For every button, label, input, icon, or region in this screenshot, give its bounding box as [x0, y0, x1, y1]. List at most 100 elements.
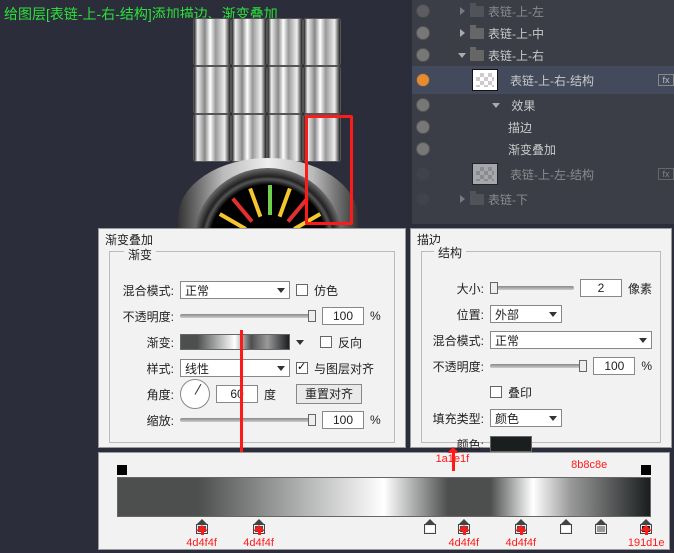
reset-align-button[interactable]: 重置对齐	[296, 384, 362, 404]
stop-color-label: 1a1e1f	[436, 453, 470, 465]
visibility-icon[interactable]	[416, 98, 430, 112]
stop-color-label: 4d4f4f	[449, 537, 480, 549]
chevron-right-icon[interactable]	[458, 29, 466, 37]
layer-row[interactable]: 表链-上-中	[412, 22, 674, 44]
align-label: 与图层对齐	[314, 360, 374, 377]
folder-icon	[470, 194, 484, 205]
align-checkbox[interactable]	[296, 362, 308, 374]
color-stop[interactable]	[424, 519, 436, 535]
blend-select[interactable]: 正常	[180, 281, 290, 299]
size-label: 大小:	[430, 280, 484, 297]
gradient-preview[interactable]	[180, 334, 290, 350]
visibility-icon[interactable]	[416, 26, 430, 40]
red-arrow-icon	[201, 527, 204, 535]
scale-label: 缩放:	[120, 412, 174, 429]
gradient-ramp[interactable]	[117, 477, 651, 517]
blend-select[interactable]: 正常	[490, 331, 652, 349]
layer-label: 渐变叠加	[508, 141, 556, 158]
chevron-right-icon[interactable]	[458, 7, 466, 15]
layer-row[interactable]: 表链-下	[412, 188, 674, 210]
angle-input[interactable]: 60	[216, 385, 258, 403]
style-label: 样式:	[120, 360, 174, 377]
filltype-label: 填充类型:	[430, 410, 484, 427]
chevron-down-icon[interactable]	[458, 51, 466, 59]
angle-label: 角度:	[120, 386, 174, 403]
visibility-icon[interactable]	[416, 120, 430, 134]
chevron-down-icon[interactable]	[296, 340, 304, 345]
visibility-icon[interactable]	[416, 48, 430, 62]
stroke-panel: 描边 结构 大小:2像素 位置:外部 混合模式:正常 不透明度:100% 叠印 …	[410, 228, 672, 448]
visibility-icon[interactable]	[416, 73, 430, 87]
red-arrow-icon	[258, 527, 261, 535]
visibility-icon[interactable]	[416, 192, 430, 206]
chevron-down-icon	[549, 312, 557, 317]
stop-color-label: 4d4f4f	[506, 537, 537, 549]
reverse-checkbox[interactable]	[320, 336, 332, 348]
layer-label: 表链-上-左	[488, 3, 544, 20]
chevron-down-icon	[277, 366, 285, 371]
filltype-select[interactable]: 颜色	[490, 409, 562, 427]
overprint-checkbox[interactable]	[490, 386, 502, 398]
dither-checkbox[interactable]	[296, 284, 308, 296]
opacity-stop[interactable]	[117, 465, 127, 475]
layer-label: 效果	[511, 97, 535, 114]
red-arrow-icon	[463, 527, 466, 535]
chevron-down-icon	[277, 288, 285, 293]
opacity-label: 不透明度:	[120, 308, 174, 325]
visibility-icon[interactable]	[416, 167, 430, 181]
highlight-box	[305, 115, 353, 225]
dither-label: 仿色	[314, 282, 338, 299]
layer-row[interactable]: 表链-上-左-结构fx	[412, 160, 674, 188]
fx-header[interactable]: 效果	[412, 94, 674, 116]
angle-dial[interactable]	[180, 379, 210, 409]
fx-badge[interactable]: fx	[658, 168, 674, 180]
color-stop[interactable]	[560, 519, 572, 535]
fieldset-legend: 结构	[434, 244, 466, 261]
gradient-overlay-panel: 渐变叠加 渐变 混合模式:正常仿色 不透明度:100% 渐变:反向 样式:线性与…	[98, 228, 406, 448]
opacity-input[interactable]: 100	[322, 307, 364, 325]
layer-row[interactable]: 表链-上-右	[412, 44, 674, 66]
red-arrow-icon	[520, 527, 523, 535]
layer-label: 表链-上-右	[488, 47, 544, 64]
layer-label: 表链-上-中	[488, 25, 544, 42]
color-stop[interactable]	[595, 519, 607, 535]
fieldset-legend: 渐变	[124, 246, 156, 263]
scale-input[interactable]: 100	[322, 411, 364, 429]
scale-slider[interactable]	[180, 418, 316, 422]
stop-color-label: 8b8c8e	[571, 459, 607, 471]
opacity-label: 不透明度:	[430, 358, 484, 375]
chevron-down-icon	[549, 416, 557, 421]
opacity-stop[interactable]	[641, 465, 651, 475]
fx-item[interactable]: 渐变叠加	[412, 138, 674, 160]
gradient-label: 渐变:	[120, 334, 174, 351]
reverse-label: 反向	[338, 334, 362, 351]
fx-badge[interactable]: fx	[658, 74, 674, 86]
blend-label: 混合模式:	[120, 282, 174, 299]
layer-thumbnail	[472, 163, 498, 185]
layer-row-selected[interactable]: 表链-上-右-结构 fx	[412, 66, 674, 94]
opacity-slider[interactable]	[180, 314, 316, 318]
chevron-right-icon[interactable]	[458, 195, 466, 203]
layer-label: 表链-下	[488, 191, 528, 208]
size-slider[interactable]	[490, 286, 574, 290]
blend-label: 混合模式:	[430, 332, 484, 349]
fx-item[interactable]: 描边	[412, 116, 674, 138]
color-swatch[interactable]	[490, 436, 532, 452]
position-label: 位置:	[430, 306, 484, 323]
chevron-down-icon[interactable]	[492, 101, 500, 109]
gradient-editor: 1a1e1f 8b8c8e 4d4f4f4d4f4f4d4f4f4d4f4f19…	[98, 452, 670, 550]
red-arrow-icon	[645, 527, 648, 535]
position-select[interactable]: 外部	[490, 305, 562, 323]
opacity-slider[interactable]	[490, 364, 587, 368]
folder-icon	[470, 6, 484, 17]
stop-color-label: 191d1e	[628, 537, 665, 549]
layer-label: 表链-上-右-结构	[510, 72, 594, 89]
chevron-down-icon	[639, 338, 647, 343]
opacity-input[interactable]: 100	[593, 357, 635, 375]
style-select[interactable]: 线性	[180, 359, 290, 377]
layer-row[interactable]: 表链-上-左	[412, 0, 674, 22]
red-arrow-icon	[240, 330, 243, 460]
visibility-icon[interactable]	[416, 4, 430, 18]
visibility-icon[interactable]	[416, 142, 430, 156]
size-input[interactable]: 2	[580, 279, 622, 297]
